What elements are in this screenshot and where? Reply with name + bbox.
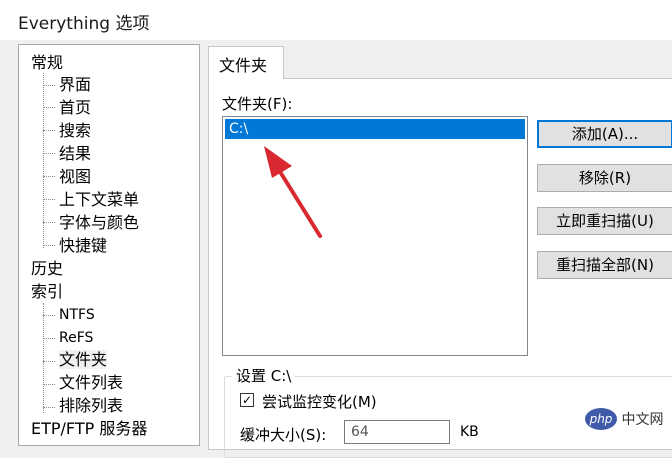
tree-item-search[interactable]: 搜索 <box>59 121 91 141</box>
tree-item-shortcuts[interactable]: 快捷键 <box>59 236 107 256</box>
add-folder-button[interactable]: 添加(A)... <box>537 120 672 148</box>
monitor-changes-label: 尝试监控变化(M) <box>262 393 377 411</box>
rescan-now-button[interactable]: 立即重扫描(U) <box>537 207 672 235</box>
tree-item-refs[interactable]: ReFS <box>59 328 93 348</box>
tree-item-history[interactable]: 历史 <box>31 259 63 279</box>
buffer-unit: KB <box>460 424 479 440</box>
watermark: php 中文网 <box>585 408 663 434</box>
watermark-text: 中文网 <box>621 412 664 428</box>
tree-item-file-lists[interactable]: 文件列表 <box>59 373 123 393</box>
tree-item-general[interactable]: 常规 <box>31 53 63 73</box>
tree-item-ntfs[interactable]: NTFS <box>59 305 95 325</box>
buffer-size-input[interactable]: 64 <box>344 420 450 444</box>
settings-title: 设置 C:\ <box>232 365 296 386</box>
folders-list-label: 文件夹(F): <box>222 95 293 113</box>
tree-item-home[interactable]: 首页 <box>59 98 91 118</box>
tab-label: 文件夹 <box>219 56 268 75</box>
tree-item-view[interactable]: 视图 <box>59 167 91 187</box>
tree-item-results[interactable]: 结果 <box>59 144 91 164</box>
rescan-all-button[interactable]: 重扫描全部(N) <box>537 251 672 279</box>
list-item[interactable]: C:\ <box>225 119 525 139</box>
annotation-arrow-icon <box>264 146 322 238</box>
options-tree[interactable]: 常规 界面 首页 搜索 结果 视图 上下文菜单 字体与颜色 快捷键 历史 索引 … <box>18 44 200 446</box>
tree-item-index[interactable]: 索引 <box>31 282 63 302</box>
title-bar: Everything 选项 <box>0 0 672 40</box>
tab-folders[interactable]: 文件夹 <box>208 46 284 79</box>
tree-item-folders[interactable]: 文件夹 <box>59 350 108 370</box>
tree-item-exclude-list[interactable]: 排除列表 <box>59 396 123 416</box>
tree-item-ftp-server[interactable]: ETP/FTP 服务器 <box>31 419 147 439</box>
monitor-changes-checkbox[interactable]: ✓ <box>240 393 254 407</box>
tree-item-context-menu[interactable]: 上下文菜单 <box>59 190 139 210</box>
tree-item-fonts-colors[interactable]: 字体与颜色 <box>59 213 139 233</box>
window-title: Everything 选项 <box>18 14 150 34</box>
tree-item-interface[interactable]: 界面 <box>59 75 91 95</box>
folder-path: C:\ <box>229 121 249 137</box>
php-logo-icon: php <box>585 408 617 430</box>
remove-folder-button[interactable]: 移除(R) <box>537 164 672 192</box>
